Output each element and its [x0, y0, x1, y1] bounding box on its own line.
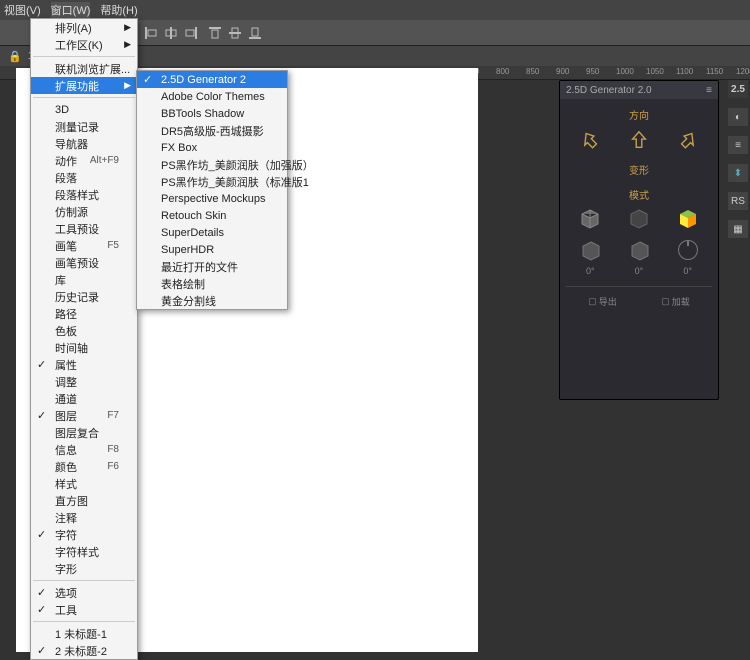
menu-item[interactable]: 字符样式	[31, 543, 137, 560]
menu-item[interactable]: 最近打开的文件	[137, 258, 287, 275]
align-left-icon[interactable]	[144, 26, 158, 40]
section-mode: 模式	[566, 187, 712, 202]
menu-item[interactable]: 颜色F6	[31, 458, 137, 475]
menu-item[interactable]: 通道	[31, 390, 137, 407]
menu-item[interactable]: 直方图	[31, 492, 137, 509]
cube-grey-icon[interactable]	[579, 208, 601, 230]
menu-item[interactable]: 路径	[31, 305, 137, 322]
menu-item[interactable]: SuperHDR	[137, 241, 287, 258]
menu-item[interactable]: 调整	[31, 373, 137, 390]
menu-item[interactable]: 信息F8	[31, 441, 137, 458]
lock-icon: 🔒	[8, 50, 22, 63]
menu-item[interactable]: ✓2.5D Generator 2	[137, 71, 287, 88]
arrow-left-icon[interactable]	[578, 128, 602, 152]
menu-item[interactable]: 样式	[31, 475, 137, 492]
menu-item[interactable]: 动作Alt+F9	[31, 152, 137, 169]
menu-item[interactable]: DR5高级版-西城摄影	[137, 122, 287, 139]
load-button[interactable]: ▢ 加载	[661, 295, 690, 308]
menu-item[interactable]: 3D	[31, 101, 137, 118]
menu-item[interactable]: 色板	[31, 322, 137, 339]
menu-item[interactable]: SuperDetails	[137, 224, 287, 241]
export-button[interactable]: ▢ 导出	[588, 295, 617, 308]
menu-help[interactable]: 帮助(H)	[100, 2, 137, 18]
menu-item[interactable]: 扩展功能▶	[31, 77, 137, 94]
align-vcenter-icon[interactable]	[228, 26, 242, 40]
menu-item[interactable]: Perspective Mockups	[137, 190, 287, 207]
menu-item[interactable]: 测量记录	[31, 118, 137, 135]
generator-panel: 2.5D Generator 2.0 ≡ 方向 变形 模式	[559, 80, 719, 400]
menu-item[interactable]: ✓工具	[31, 601, 137, 618]
menu-item[interactable]: 黄金分割线	[137, 292, 287, 309]
angle-2: 0°	[635, 266, 644, 276]
panel-title: 2.5D Generator 2.0	[566, 85, 652, 96]
cube-opt1-icon[interactable]	[580, 240, 602, 262]
menu-item[interactable]: ✓选项	[31, 584, 137, 601]
menu-item[interactable]: ✓属性	[31, 356, 137, 373]
menu-item[interactable]: 注释	[31, 509, 137, 526]
menu-item[interactable]: 时间轴	[31, 339, 137, 356]
menu-item[interactable]: 历史记录	[31, 288, 137, 305]
menu-item[interactable]: BBTools Shadow	[137, 105, 287, 122]
menu-item[interactable]: 图层复合	[31, 424, 137, 441]
menu-item[interactable]: 仿制源	[31, 203, 137, 220]
generator-tab-icon[interactable]: 2.5	[728, 80, 748, 98]
cube-opt2-icon[interactable]	[629, 240, 651, 262]
align-top-icon[interactable]	[208, 26, 222, 40]
rotate-dial-icon[interactable]	[678, 240, 698, 260]
menu-item[interactable]: 段落	[31, 169, 137, 186]
menu-item[interactable]: 联机浏览扩展...	[31, 60, 137, 77]
panel-menu-icon[interactable]: ≡	[706, 85, 712, 96]
menu-item[interactable]: 工作区(K)▶	[31, 36, 137, 53]
grid-tab-icon[interactable]: ▦	[728, 220, 748, 238]
arrow-up-icon[interactable]	[627, 128, 651, 152]
menu-item[interactable]: 1 未标题-1	[31, 625, 137, 642]
right-dock: 2.5 ◐ ≡ ⬍ RS ▦	[726, 70, 750, 238]
info-tab-icon[interactable]: ⬍	[728, 164, 748, 182]
cube-color-icon[interactable]	[677, 208, 699, 230]
rs-tab-icon[interactable]: RS	[728, 192, 748, 210]
align-bottom-icon[interactable]	[248, 26, 262, 40]
menu-item[interactable]: 画笔F5	[31, 237, 137, 254]
adjust-tab-icon[interactable]: ≡	[728, 136, 748, 154]
menubar: 视图(V) 窗口(W) 帮助(H)	[0, 0, 750, 20]
window-menu: 排列(A)▶工作区(K)▶ 联机浏览扩展...扩展功能▶ 3D测量记录导航器动作Al…	[30, 18, 138, 660]
menu-item[interactable]: Adobe Color Themes	[137, 88, 287, 105]
color-tab-icon[interactable]: ◐	[728, 108, 748, 126]
cube-dark-icon[interactable]	[628, 208, 650, 230]
align-right-icon[interactable]	[184, 26, 198, 40]
menu-item[interactable]: ✓图层F7	[31, 407, 137, 424]
menu-item[interactable]: 排列(A)▶	[31, 19, 137, 36]
section-transform: 变形	[566, 162, 712, 177]
menu-item[interactable]: 段落样式	[31, 186, 137, 203]
menu-window[interactable]: 窗口(W)	[51, 2, 91, 18]
section-direction: 方向	[566, 107, 712, 122]
angle-3: 0°	[683, 266, 692, 276]
menu-item[interactable]: 导航器	[31, 135, 137, 152]
angle-1: 0°	[586, 266, 595, 276]
menu-item[interactable]: 工具预设	[31, 220, 137, 237]
menu-item[interactable]: ✓字符	[31, 526, 137, 543]
menu-item[interactable]: 表格绘制	[137, 275, 287, 292]
menu-item[interactable]: Retouch Skin	[137, 207, 287, 224]
arrow-right-icon[interactable]	[676, 128, 700, 152]
menu-item[interactable]: PS黑作坊_美颜润肤（标准版1	[137, 173, 287, 190]
menu-item[interactable]: ✓2 未标题-2	[31, 642, 137, 659]
align-hcenter-icon[interactable]	[164, 26, 178, 40]
menu-item[interactable]: PS黑作坊_美颜润肤（加强版）	[137, 156, 287, 173]
menu-item[interactable]: 库	[31, 271, 137, 288]
menu-item[interactable]: FX Box	[137, 139, 287, 156]
menu-view[interactable]: 视图(V)	[4, 2, 41, 18]
extensions-submenu: ✓2.5D Generator 2Adobe Color ThemesBBToo…	[136, 70, 288, 310]
menu-item[interactable]: 画笔预设	[31, 254, 137, 271]
menu-item[interactable]: 字形	[31, 560, 137, 577]
